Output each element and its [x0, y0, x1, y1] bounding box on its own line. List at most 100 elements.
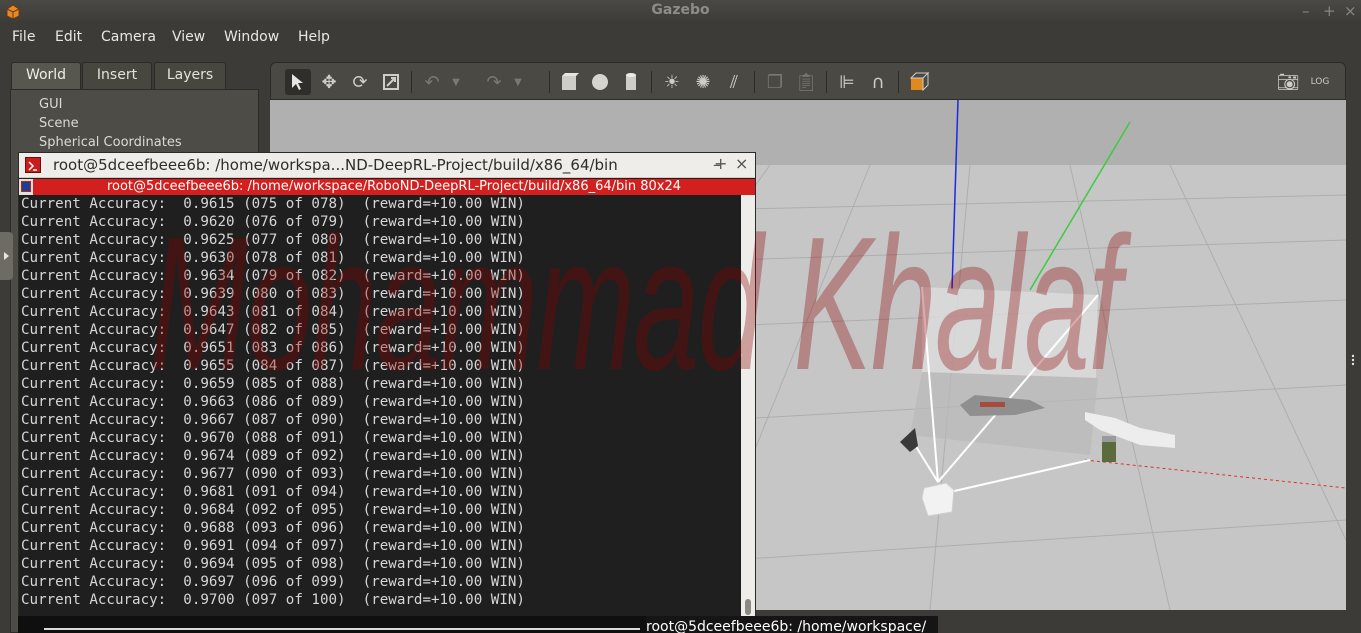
terminal-close-button[interactable]: × [735, 154, 748, 173]
scene-toolbar: ✥ ⟳ ↶ ▼ ↷ ▼ ☀ ✺ ⫽ ❐ 📋︎ ⊫ ∩ 📷︎ LOG [270, 62, 1346, 100]
tree-item-gui[interactable]: GUI [39, 97, 62, 112]
insert-cylinder-button[interactable] [618, 69, 644, 95]
change-view-button[interactable] [906, 69, 932, 95]
terminal-line: Current Accuracy: 0.9688 (093 of 096) (r… [21, 520, 525, 536]
redo-history-button[interactable]: ▼ [511, 69, 525, 95]
terminal-line: Current Accuracy: 0.9615 (075 of 078) (r… [21, 196, 525, 212]
maximize-button[interactable]: + [1323, 2, 1336, 20]
directional-light-button[interactable]: ⫽ [721, 69, 747, 95]
copy-button[interactable]: ❐ [762, 69, 788, 95]
close-button[interactable]: × [1344, 2, 1357, 20]
terminal-line: Current Accuracy: 0.9663 (086 of 089) (r… [21, 394, 525, 410]
undo-button[interactable]: ↶ [419, 69, 445, 95]
sphere-icon [592, 74, 608, 90]
tab-world[interactable]: World [11, 62, 81, 89]
terminal-line: Current Accuracy: 0.9659 (085 of 088) (r… [21, 376, 525, 392]
point-light-button[interactable]: ☀ [659, 69, 685, 95]
spot-light-button[interactable]: ✺ [690, 69, 716, 95]
terminal-scrollbar[interactable] [741, 195, 755, 617]
align-icon: ⊫ [839, 71, 855, 93]
menu-file[interactable]: File [12, 29, 35, 45]
menu-camera[interactable]: Camera [101, 29, 156, 45]
cylinder-icon [626, 73, 636, 90]
insert-sphere-button[interactable] [587, 69, 613, 95]
terminal-line: Current Accuracy: 0.9651 (083 of 086) (r… [21, 340, 525, 356]
box-icon [562, 73, 579, 90]
terminal-line: Current Accuracy: 0.9674 (089 of 092) (r… [21, 448, 525, 464]
terminal-title: root@5dceefbeee6b: /home/workspa...ND-De… [53, 156, 618, 174]
sun-icon: ☀ [663, 71, 681, 93]
terminal-line: Current Accuracy: 0.9684 (092 of 095) (r… [21, 502, 525, 518]
tab-insert[interactable]: Insert [82, 62, 152, 89]
dropdown-arrow-icon: ▼ [514, 76, 522, 88]
spot-light-icon: ✺ [695, 71, 711, 93]
terminal-tab-icon [21, 181, 31, 192]
terminal-tab-bar: root@5dceefbeee6b: /home/workspace/RoboN… [19, 179, 755, 195]
terminal-line: Current Accuracy: 0.9625 (077 of 080) (r… [21, 232, 525, 248]
view-cube-icon [909, 71, 930, 92]
paste-button[interactable]: 📋︎ [793, 69, 819, 95]
window-title: Gazebo [651, 2, 710, 18]
arrow-right-icon [4, 252, 9, 260]
panel-collapse-handle[interactable] [0, 232, 13, 280]
terminal-title-bar: root@5dceefbeee6b: /home/workspa...ND-De… [19, 153, 755, 178]
tree-item-spherical-coordinates[interactable]: Spherical Coordinates [39, 135, 182, 150]
splitter-dots-icon[interactable] [1346, 62, 1361, 610]
terminal-app-icon [25, 157, 41, 173]
select-mode-button[interactable] [285, 69, 311, 95]
taskbar-progress-line [44, 628, 640, 630]
terminal-line: Current Accuracy: 0.9630 (078 of 081) (r… [21, 250, 525, 266]
tree-item-scene[interactable]: Scene [39, 116, 79, 131]
terminal-window: root@5dceefbeee6b: /home/workspa...ND-De… [18, 152, 756, 617]
terminal-line: Current Accuracy: 0.9681 (091 of 094) (r… [21, 484, 525, 500]
dropdown-arrow-icon: ▼ [452, 76, 460, 88]
terminal-line: Current Accuracy: 0.9647 (082 of 085) (r… [21, 322, 525, 338]
menu-help[interactable]: Help [298, 29, 330, 45]
copy-icon: ❐ [766, 71, 784, 93]
tab-layers[interactable]: Layers [154, 62, 226, 89]
terminal-output[interactable]: Current Accuracy: 0.9615 (075 of 078) (r… [19, 195, 741, 617]
viewport-side-bar [1346, 62, 1361, 610]
window-title-bar: Gazebo – + × [0, 0, 1361, 24]
menu-window[interactable]: Window [224, 29, 279, 45]
terminal-line: Current Accuracy: 0.9700 (097 of 100) (r… [21, 592, 525, 608]
redo-button[interactable]: ↷ [481, 69, 507, 95]
terminal-line: Current Accuracy: 0.9691 (094 of 097) (r… [21, 538, 525, 554]
terminal-line: Current Accuracy: 0.9677 (090 of 093) (r… [21, 466, 525, 482]
insert-box-button[interactable] [556, 69, 582, 95]
terminal-line: Current Accuracy: 0.9694 (095 of 098) (r… [21, 556, 525, 572]
taskbar-window-label[interactable]: root@5dceefbeee6b: /home/workspace/ [646, 616, 938, 633]
terminal-line: Current Accuracy: 0.9667 (087 of 090) (r… [21, 412, 525, 428]
terminal-maximize-button[interactable]: + [714, 154, 727, 173]
terminal-line: Current Accuracy: 0.9620 (076 of 079) (r… [21, 214, 525, 230]
magnet-icon: ∩ [871, 71, 885, 93]
screenshot-button[interactable]: 📷︎ [1275, 69, 1301, 95]
rotate-mode-button[interactable]: ⟳ [347, 69, 373, 95]
cursor-arrow-icon [292, 74, 303, 90]
terminal-line: Current Accuracy: 0.9655 (084 of 087) (r… [21, 358, 525, 374]
scale-mode-button[interactable] [378, 69, 404, 95]
undo-history-button[interactable]: ▼ [449, 69, 463, 95]
menu-edit[interactable]: Edit [55, 29, 82, 45]
terminal-line: Current Accuracy: 0.9634 (079 of 082) (r… [21, 268, 525, 284]
scale-icon [383, 74, 399, 90]
rotate-icon: ⟳ [352, 71, 368, 93]
terminal-tab[interactable]: root@5dceefbeee6b: /home/workspace/RoboN… [33, 179, 755, 195]
menu-view[interactable]: View [172, 29, 205, 45]
align-button[interactable]: ⊫ [834, 69, 860, 95]
translate-mode-button[interactable]: ✥ [316, 69, 342, 95]
move-arrows-icon: ✥ [321, 71, 337, 93]
taskbar: root@5dceefbeee6b: /home/workspace/ [18, 616, 938, 633]
redo-icon: ↷ [486, 71, 502, 93]
terminal-line: Current Accuracy: 0.9697 (096 of 099) (r… [21, 574, 525, 590]
terminal-line: Current Accuracy: 0.9639 (080 of 083) (r… [21, 286, 525, 302]
terminal-line: Current Accuracy: 0.9670 (088 of 091) (r… [21, 430, 525, 446]
minimize-button[interactable]: – [1302, 2, 1310, 20]
directional-light-icon: ⫽ [729, 71, 739, 93]
undo-icon: ↶ [424, 71, 440, 93]
snap-button[interactable]: ∩ [865, 69, 891, 95]
paste-icon: 📋︎ [794, 71, 818, 93]
terminal-scroll-thumb[interactable] [745, 599, 751, 615]
menu-bar: File Edit Camera View Window Help [0, 24, 1361, 54]
log-button[interactable]: LOG [1307, 69, 1333, 95]
